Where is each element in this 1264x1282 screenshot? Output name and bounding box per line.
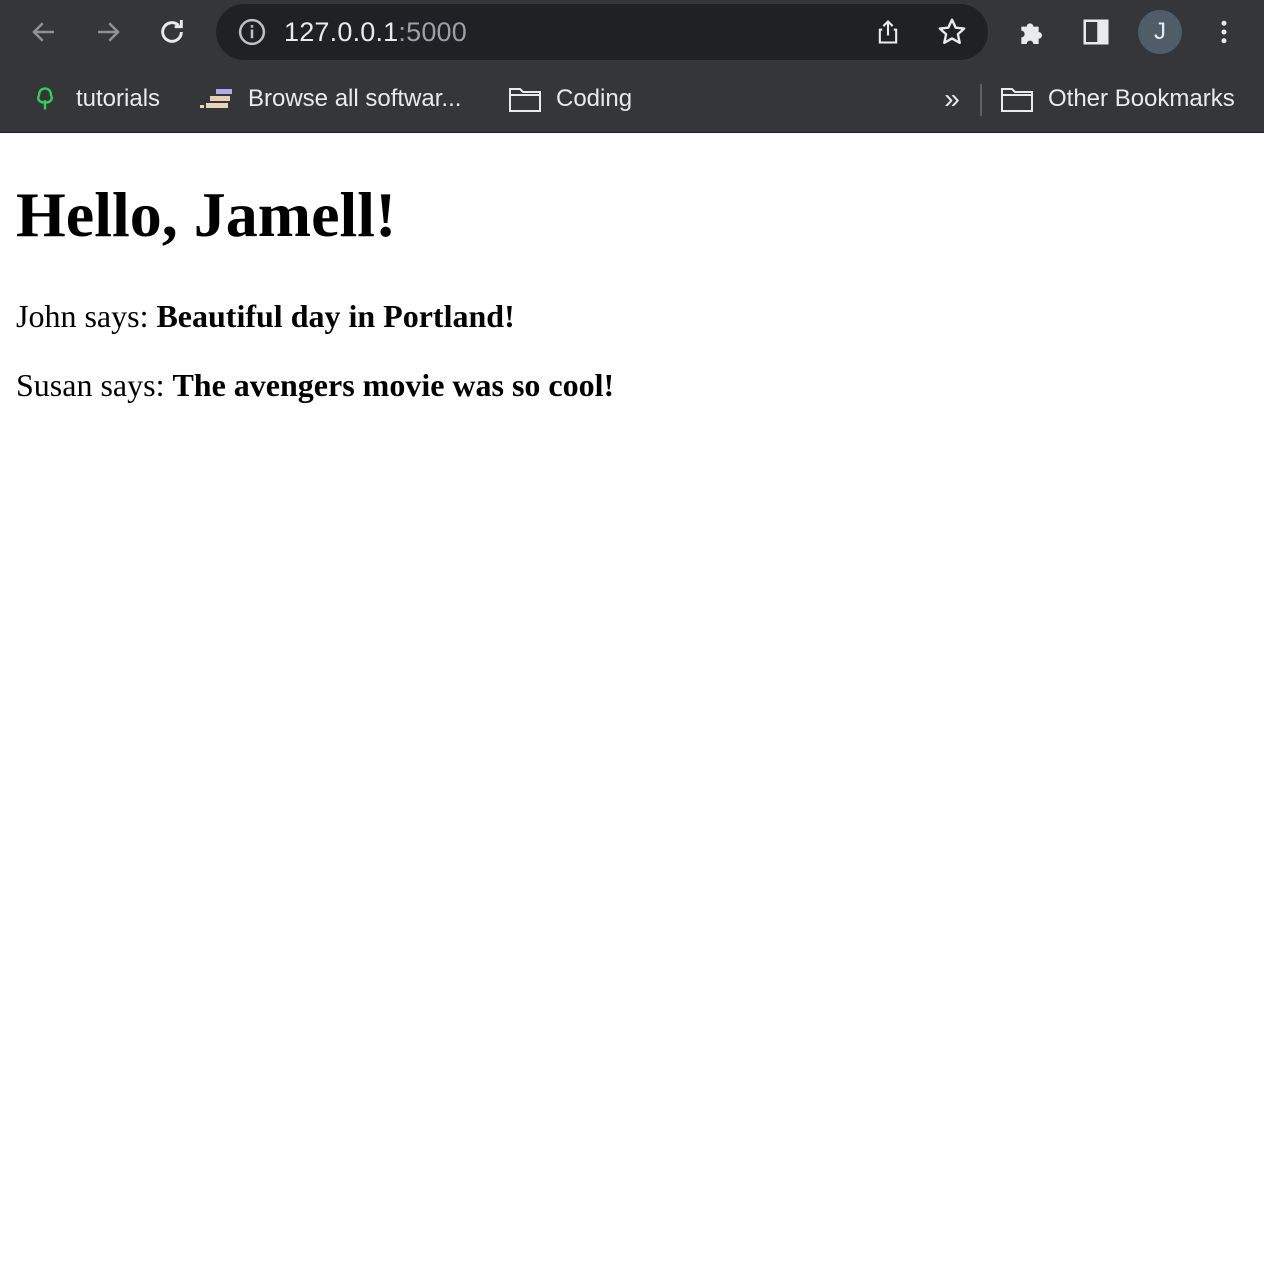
- extensions-button[interactable]: [1008, 8, 1056, 56]
- bookmark-label: Browse all softwar...: [248, 85, 462, 112]
- post-item: John says: Beautiful day in Portland!: [16, 297, 1248, 335]
- post-body: The avengers movie was so cool!: [172, 367, 615, 403]
- bookmark-star-button[interactable]: [932, 12, 972, 52]
- arrow-right-icon: [98, 22, 120, 42]
- side-panel-button[interactable]: [1072, 8, 1120, 56]
- folder-icon: [1000, 82, 1034, 116]
- forward-button[interactable]: [84, 8, 132, 56]
- url-port: :5000: [398, 17, 467, 47]
- bookmarks-overflow-button[interactable]: »: [938, 66, 966, 132]
- post-item: Susan says: The avengers movie was so co…: [16, 366, 1248, 404]
- page-content: Hello, Jamell! John says: Beautiful day …: [0, 179, 1264, 404]
- share-icon: [878, 20, 898, 44]
- bookmark-tutorials[interactable]: tutorials: [28, 66, 160, 132]
- browser-toolbar: 127.0.0.1:5000 J: [0, 0, 1264, 64]
- bookmark-folder-coding[interactable]: Coding: [508, 66, 632, 132]
- tree-icon: [28, 82, 62, 116]
- puzzle-icon: [1021, 23, 1042, 44]
- bookmark-label: Other Bookmarks: [1048, 85, 1235, 112]
- bookmark-browse-software[interactable]: Browse all softwar...: [200, 66, 461, 132]
- reload-icon: [161, 20, 183, 43]
- post-author: John says:: [16, 298, 157, 334]
- bookmarks-bar: tutorials Browse all softwar... Coding »…: [0, 66, 1264, 132]
- post-body: Beautiful day in Portland!: [156, 298, 515, 334]
- bookmark-folder-other[interactable]: Other Bookmarks: [1000, 66, 1235, 132]
- url-text: 127.0.0.1:5000: [284, 4, 467, 60]
- menu-button[interactable]: [1200, 8, 1248, 56]
- post-author: Susan says:: [16, 367, 173, 403]
- browser-chrome: 127.0.0.1:5000 J tutorials Browse all so…: [0, 0, 1264, 133]
- star-icon: [938, 18, 966, 44]
- bookmark-label: tutorials: [76, 85, 161, 112]
- arrow-left-icon: [32, 22, 54, 42]
- folder-icon: [508, 82, 542, 116]
- kebab-menu-icon: [1221, 20, 1227, 44]
- address-bar[interactable]: 127.0.0.1:5000: [216, 4, 988, 60]
- side-panel-icon: [1083, 19, 1109, 45]
- reload-button[interactable]: [148, 8, 196, 56]
- back-button[interactable]: [20, 8, 68, 56]
- books-icon: [200, 82, 234, 116]
- share-button[interactable]: [868, 12, 908, 52]
- bookmarks-divider: [980, 84, 982, 116]
- profile-avatar[interactable]: J: [1138, 10, 1182, 54]
- site-info-icon[interactable]: [236, 16, 268, 48]
- url-host: 127.0.0.1: [284, 17, 399, 47]
- page-heading: Hello, Jamell!: [16, 179, 397, 250]
- bookmark-label: Coding: [556, 85, 633, 112]
